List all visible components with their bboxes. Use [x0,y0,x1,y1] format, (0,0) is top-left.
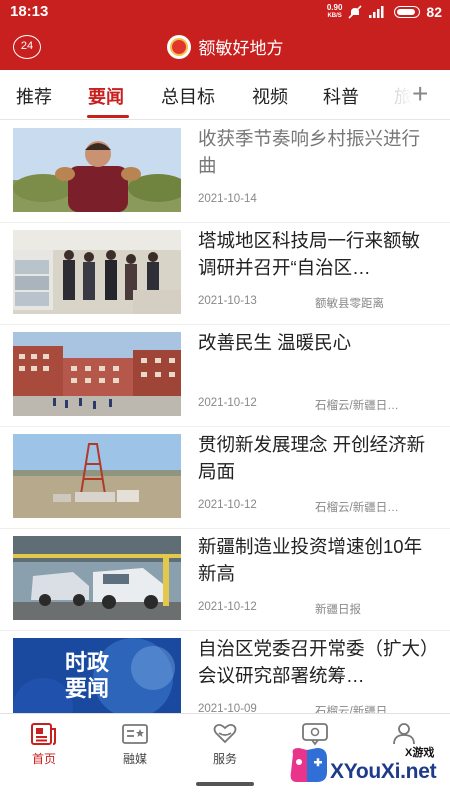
watermark-text: XYouXi.net [330,760,437,783]
add-tab-button[interactable]: + [412,78,428,110]
app-header: 24 额敏好地方 [0,24,450,70]
news-item[interactable]: 改善民生 温暖民心 2021-10-12 石榴云/新疆日… [0,325,450,427]
page-title: 额敏好地方 [198,39,284,58]
news-thumbnail [13,230,181,314]
news-thumbnail: 时政 要闻 [13,638,181,713]
tab-science[interactable]: 科普 [323,83,359,109]
news-item[interactable]: 收获季节奏响乡村振兴进行曲 2021-10-14 [0,121,450,223]
tab-headlines[interactable]: 要闻 [88,83,124,109]
news-title: 收获季节奏响乡村振兴进行曲 [198,128,421,176]
nav-media-label: 融媒 [122,752,147,766]
news-title: 新疆制造业投资增速创10年新高 [198,536,423,584]
news-source: 石榴云/新疆日… [315,502,399,514]
news-date: 2021-10-13 [198,295,257,307]
news-item[interactable]: 贯彻新发展理念 开创经济新局面 2021-10-12 石榴云/新疆日… [0,427,450,529]
news-source: 新疆日报 [315,604,361,616]
news-icon [31,723,56,745]
news-thumbnail [13,434,181,518]
tab-recommend[interactable]: 推荐 [16,83,52,109]
battery-level: 82 [426,4,442,20]
status-bar: 18:13 0.90 KB/S 82 [0,0,450,24]
nav-media[interactable]: 融媒 [105,722,165,767]
network-speed: 0.90 KB/S [327,4,343,20]
news-title: 自治区党委召开常委（扩大）会议研究部署统筹… [198,638,430,686]
nav-service-label: 服务 [212,752,237,766]
media-icon [122,724,148,744]
network-speed-unit: KB/S [327,13,342,19]
news-title: 塔城地区科技局一行来额敏调研并召开“自治区… [198,230,421,278]
nav-service[interactable]: 服务 [195,722,255,767]
news-thumbnail [13,536,181,620]
watermark-small-text: X游戏 [405,747,435,759]
thumbnail-text-line1: 时政 [65,650,110,675]
news-date: 2021-10-12 [198,601,257,613]
status-icons: 0.90 KB/S 82 [327,2,442,22]
network-speed-value: 0.90 [326,3,343,12]
nav-home-label: 首页 [31,752,56,766]
news-item[interactable]: 新疆制造业投资增速创10年新高 2021-10-12 新疆日报 [0,529,450,631]
header-brand: 额敏好地方 [0,34,450,59]
mute-icon [348,5,362,19]
game-controller-icon [290,748,327,782]
news-title: 贯彻新发展理念 开创经济新局面 [198,434,426,482]
news-date: 2021-10-12 [198,397,257,409]
emblem-icon [166,34,191,59]
news-source: 额敏县零距离 [315,298,384,310]
tab-fade [383,70,413,118]
tab-general-goal[interactable]: 总目标 [161,83,215,109]
news-title: 改善民生 温暖民心 [198,332,352,353]
home-indicator[interactable] [196,782,254,786]
battery-icon [394,6,421,18]
news-date: 2021-10-14 [198,193,257,205]
thumbnail-text-line2: 要闻 [65,676,110,701]
news-item[interactable]: 塔城地区科技局一行来额敏调研并召开“自治区… 2021-10-13 额敏县零距离 [0,223,450,325]
news-thumbnail [13,332,181,416]
news-date: 2021-10-12 [198,499,257,511]
news-date: 2021-10-09 [198,703,257,713]
category-tab-bar: 推荐 要闻 总目标 视频 科普 旅 + [0,70,450,120]
active-tab-indicator [87,115,129,118]
heart-hands-icon [213,723,237,744]
nav-home[interactable]: 首页 [14,722,74,767]
watermark: X游戏 XYouXi.net [283,738,448,796]
news-source: 石榴云/新疆日… [315,706,399,713]
tab-video[interactable]: 视频 [252,83,288,109]
status-time: 18:13 [10,3,49,20]
news-thumbnail [13,128,181,212]
news-item[interactable]: 时政 要闻 自治区党委召开常委（扩大）会议研究部署统筹… 2021-10-09 … [0,631,450,713]
news-source: 石榴云/新疆日… [315,400,399,412]
signal-icon [369,6,384,18]
news-feed[interactable]: 收获季节奏响乡村振兴进行曲 2021-10-14 塔城地区科技局一行来额敏调研并… [0,121,450,713]
